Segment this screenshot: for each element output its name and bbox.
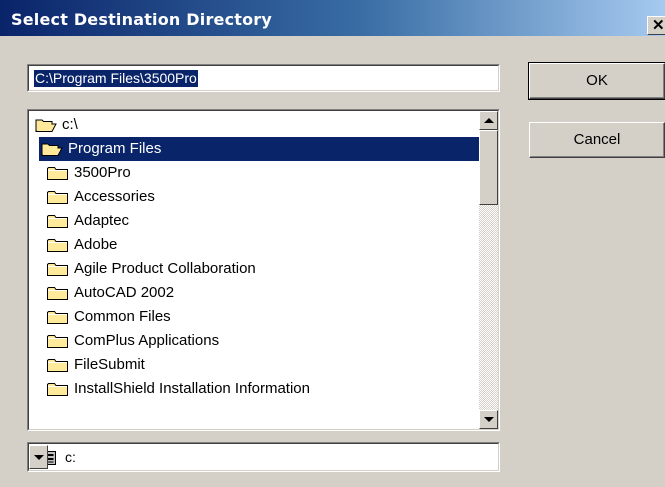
- window-title: Select Destination Directory: [11, 10, 273, 29]
- list-item[interactable]: Adaptec: [29, 209, 482, 233]
- path-field[interactable]: C:\Program Files\3500Pro: [27, 64, 500, 92]
- list-item-label: Accessories: [74, 188, 155, 205]
- open-folder-icon: [41, 142, 63, 160]
- drive-select-value: c:: [65, 449, 76, 465]
- folder-icon: [47, 166, 68, 183]
- list-item[interactable]: 3500Pro: [29, 161, 482, 185]
- folder-icon: [47, 238, 68, 255]
- scroll-down-button[interactable]: [479, 410, 498, 429]
- path-input-value[interactable]: C:\Program Files\3500Pro: [34, 70, 198, 87]
- list-item-selected[interactable]: Program Files: [29, 137, 482, 161]
- list-item-label: AutoCAD 2002: [74, 284, 175, 301]
- list-item-label: Agile Product Collaboration: [74, 260, 256, 277]
- list-item-label: Adobe: [74, 236, 118, 253]
- folder-icon: [47, 262, 68, 279]
- open-folder-icon: [35, 118, 57, 136]
- vertical-scrollbar[interactable]: [479, 111, 498, 429]
- folder-icon: [47, 286, 68, 303]
- list-item-label: FileSubmit: [74, 356, 145, 373]
- list-item-label: Program Files: [68, 140, 162, 157]
- list-item-label: Adaptec: [74, 212, 130, 229]
- close-button[interactable]: ✕: [647, 16, 665, 35]
- title-bar: Select Destination Directory ✕: [0, 0, 665, 36]
- list-item[interactable]: FileSubmit: [29, 353, 482, 377]
- list-item-label: Common Files: [74, 308, 171, 325]
- arrow-down-icon: [484, 417, 494, 422]
- list-item[interactable]: Common Files: [29, 305, 482, 329]
- list-item-label: ComPlus Applications: [74, 332, 220, 349]
- ok-button[interactable]: OK: [528, 62, 665, 100]
- folder-icon: [47, 334, 68, 351]
- scroll-up-button[interactable]: [479, 111, 498, 130]
- folder-icon: [47, 310, 68, 327]
- list-item[interactable]: c:\: [29, 113, 482, 137]
- close-icon: ✕: [652, 17, 665, 34]
- list-item[interactable]: ComPlus Applications: [29, 329, 482, 353]
- list-item-label: c:\: [62, 116, 78, 133]
- list-item-label: 3500Pro: [74, 164, 131, 181]
- chevron-down-icon: [34, 455, 44, 460]
- list-item[interactable]: Accessories: [29, 185, 482, 209]
- arrow-up-icon: [484, 118, 494, 123]
- folder-icon: [47, 190, 68, 207]
- scrollbar-thumb[interactable]: [479, 130, 498, 205]
- directory-list[interactable]: InstallShield Installation Information Fi…: [27, 109, 500, 431]
- folder-icon: [47, 214, 68, 231]
- folder-icon: [47, 382, 68, 399]
- cancel-button[interactable]: Cancel: [529, 122, 665, 158]
- list-item[interactable]: InstallShield Installation Information: [29, 377, 482, 401]
- drive-dropdown-button[interactable]: [29, 445, 48, 469]
- drive-select[interactable]: c:: [27, 442, 500, 472]
- list-item[interactable]: Agile Product Collaboration: [29, 257, 482, 281]
- list-item[interactable]: Adobe: [29, 233, 482, 257]
- list-item-label: InstallShield Installation Information: [74, 380, 310, 397]
- list-item[interactable]: AutoCAD 2002: [29, 281, 482, 305]
- folder-icon: [47, 358, 68, 375]
